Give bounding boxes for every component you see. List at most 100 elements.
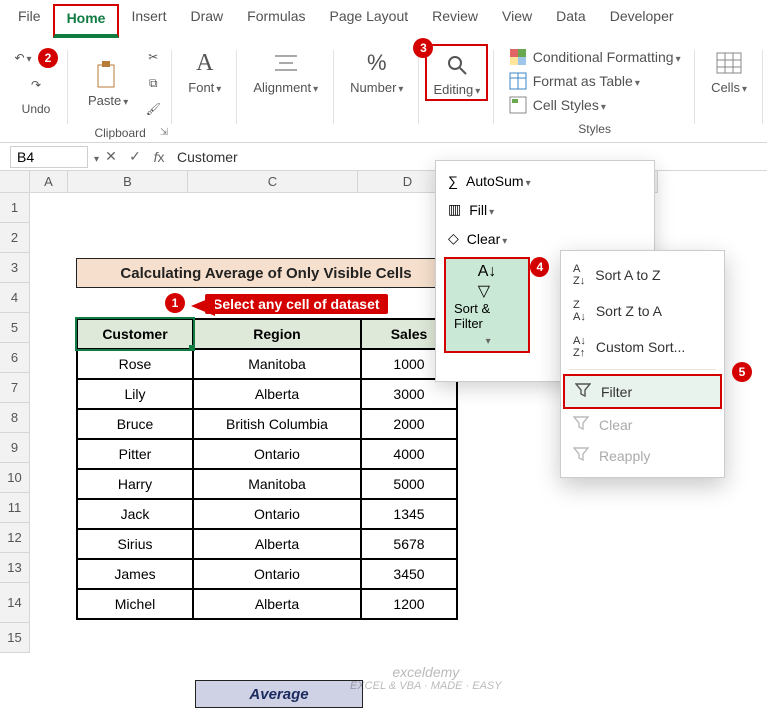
separator <box>569 369 716 370</box>
group-label-undo: Undo <box>22 98 51 118</box>
editing-button[interactable]: Editing <box>425 44 488 101</box>
name-box-dropdown-icon[interactable] <box>92 149 99 165</box>
cell[interactable]: Pitter <box>77 439 193 469</box>
font-icon: A <box>191 46 219 80</box>
cell[interactable]: 1345 <box>361 499 457 529</box>
row-header[interactable]: 15 <box>0 623 30 653</box>
menu-formulas[interactable]: Formulas <box>235 4 317 38</box>
row-header[interactable]: 9 <box>0 433 30 463</box>
col-header[interactable]: C <box>188 171 358 193</box>
row-header[interactable]: 13 <box>0 553 30 583</box>
cell[interactable]: 1200 <box>361 589 457 619</box>
cell[interactable]: 5000 <box>361 469 457 499</box>
row-header[interactable]: 14 <box>0 583 30 623</box>
row-header[interactable]: 4 <box>0 283 30 313</box>
funnel-clear-icon <box>573 415 589 434</box>
redo-icon[interactable]: ↷ <box>27 76 45 94</box>
badge-4: 4 <box>530 257 549 277</box>
cell[interactable]: 2000 <box>361 409 457 439</box>
fx-icon[interactable]: fx <box>147 149 171 165</box>
cell[interactable]: Rose <box>77 349 193 379</box>
undo-icon[interactable]: ↶ <box>14 49 32 67</box>
average-label-cell[interactable]: Average <box>195 680 363 708</box>
accept-formula-icon[interactable]: ✓ <box>123 148 147 165</box>
copy-icon[interactable]: ⧉ <box>144 74 162 92</box>
row-header[interactable]: 2 <box>0 223 30 253</box>
cell[interactable]: James <box>77 559 193 589</box>
menu-file[interactable]: File <box>6 4 53 38</box>
paste-button[interactable]: Paste <box>78 57 138 110</box>
menu-bar: File Home Insert Draw Formulas Page Layo… <box>0 0 767 38</box>
cell[interactable]: British Columbia <box>193 409 361 439</box>
cut-icon[interactable]: ✂ <box>144 48 162 66</box>
header-customer[interactable]: Customer <box>77 319 193 349</box>
conditional-formatting-button[interactable]: Conditional Formatting <box>509 48 681 66</box>
menu-page-layout[interactable]: Page Layout <box>318 4 421 38</box>
cell[interactable]: Sirius <box>77 529 193 559</box>
row-header[interactable]: 12 <box>0 523 30 553</box>
cell[interactable]: Lily <box>77 379 193 409</box>
row-header[interactable]: 1 <box>0 193 30 223</box>
clipboard-launcher-icon[interactable]: ⇲ <box>160 127 168 138</box>
funnel-icon <box>575 382 591 401</box>
sort-za-item[interactable]: ZA↓ Sort Z to A <box>563 293 722 329</box>
cell[interactable]: Alberta <box>193 589 361 619</box>
sort-az-item[interactable]: AZ↓ Sort A to Z <box>563 257 722 293</box>
ribbon-group-cells: Cells <box>695 44 763 142</box>
reapply-item: Reapply <box>563 440 722 471</box>
font-button[interactable]: A Font <box>178 44 231 97</box>
autosum-item[interactable]: ∑ AutoSum <box>440 167 650 195</box>
menu-developer[interactable]: Developer <box>598 4 686 38</box>
cell[interactable]: 5678 <box>361 529 457 559</box>
row-header[interactable]: 5 <box>0 313 30 343</box>
cell[interactable]: Michel <box>77 589 193 619</box>
cell-styles-button[interactable]: Cell Styles <box>509 96 606 114</box>
menu-home[interactable]: Home <box>53 4 120 38</box>
row-header[interactable]: 10 <box>0 463 30 493</box>
cell[interactable]: Bruce <box>77 409 193 439</box>
row-header[interactable]: 3 <box>0 253 30 283</box>
ribbon-group-clipboard: Paste ✂ ⧉ 🖌 Clipboard ⇲ <box>68 44 172 142</box>
cell[interactable]: Ontario <box>193 439 361 469</box>
number-button[interactable]: % Number <box>340 44 413 97</box>
cell[interactable]: Harry <box>77 469 193 499</box>
cell[interactable]: Ontario <box>193 499 361 529</box>
cell[interactable]: Alberta <box>193 379 361 409</box>
row-header[interactable]: 7 <box>0 373 30 403</box>
cell[interactable]: Ontario <box>193 559 361 589</box>
col-header[interactable]: B <box>68 171 188 193</box>
cell[interactable]: 3450 <box>361 559 457 589</box>
filter-item[interactable]: Filter <box>563 374 722 409</box>
fill-item[interactable]: ▥ Fill <box>440 195 650 224</box>
menu-review[interactable]: Review <box>420 4 490 38</box>
alignment-button[interactable]: Alignment <box>243 44 328 97</box>
col-header[interactable]: A <box>30 171 68 193</box>
sigma-icon: ∑ <box>448 173 458 189</box>
cell[interactable]: Manitoba <box>193 469 361 499</box>
row-header[interactable]: 8 <box>0 403 30 433</box>
menu-insert[interactable]: Insert <box>119 4 178 38</box>
format-as-table-button[interactable]: Format as Table <box>509 72 640 90</box>
row-header[interactable]: 6 <box>0 343 30 373</box>
row-header[interactable]: 11 <box>0 493 30 523</box>
sort-filter-button[interactable]: A↓▽ Sort & Filter <box>444 257 530 353</box>
menu-draw[interactable]: Draw <box>178 4 235 38</box>
cell[interactable]: Jack <box>77 499 193 529</box>
format-painter-icon[interactable]: 🖌 <box>144 100 162 118</box>
cell-styles-icon <box>509 96 527 114</box>
select-all-corner[interactable] <box>0 171 30 193</box>
cell[interactable]: 4000 <box>361 439 457 469</box>
cell[interactable]: Alberta <box>193 529 361 559</box>
cells-button[interactable]: Cells <box>701 44 757 97</box>
cancel-formula-icon[interactable]: ✕ <box>99 148 123 165</box>
cell[interactable]: Manitoba <box>193 349 361 379</box>
ribbon-group-alignment: Alignment <box>237 44 334 142</box>
sort-az-icon: AZ↓ <box>573 263 585 287</box>
menu-data[interactable]: Data <box>544 4 598 38</box>
cell[interactable]: 3000 <box>361 379 457 409</box>
header-region[interactable]: Region <box>193 319 361 349</box>
custom-sort-item[interactable]: A↓Z↑ Custom Sort... <box>563 329 722 365</box>
clear-item[interactable]: ◇ Clear <box>440 224 650 253</box>
name-box[interactable]: B4 <box>10 146 88 168</box>
menu-view[interactable]: View <box>490 4 544 38</box>
